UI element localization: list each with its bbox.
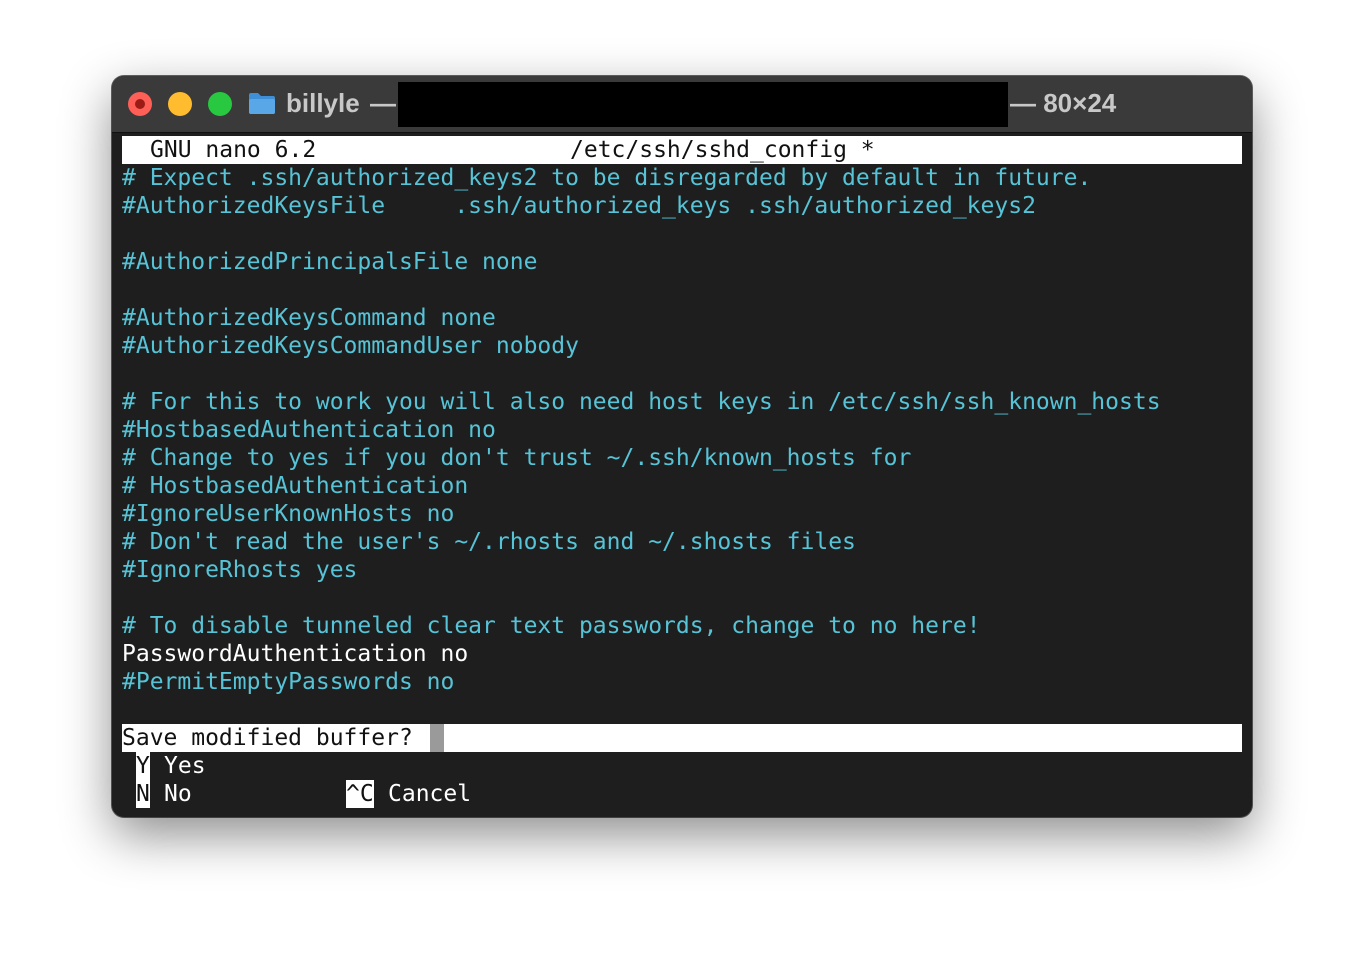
editor-line: #AuthorizedPrincipalsFile none [122,249,538,275]
no-shortcut-key[interactable]: N [136,780,150,808]
editor-line: #HostbasedAuthentication no [122,417,496,443]
window-title-size: — 80×24 [1010,88,1117,118]
title-bar[interactable]: billyle — — 80×24 [112,76,1252,133]
editor-line: #PermitEmptyPasswords no [122,669,455,695]
no-option-label[interactable]: No [164,780,192,808]
terminal-content[interactable]: GNU nano 6.2 /etc/ssh/sshd_config * # Ex… [122,136,1242,808]
nano-version: GNU nano 6.2 [150,137,317,163]
yes-shortcut-key[interactable]: Y [136,752,150,780]
nano-header-bar: GNU nano 6.2 /etc/ssh/sshd_config * [122,136,1242,164]
editor-line: PasswordAuthentication no [122,641,469,667]
editor-line: #AuthorizedKeysCommandUser nobody [122,333,579,359]
editor-line: # Change to yes if you don't trust ~/.ss… [122,445,912,471]
nano-filename: /etc/ssh/sshd_config * [570,137,875,163]
editor-line: #IgnoreUserKnownHosts no [122,501,455,527]
editor-line: #AuthorizedKeysCommand none [122,305,496,331]
editor-line: # Expect .ssh/authorized_keys2 to be dis… [122,165,1092,191]
text-cursor [430,724,444,752]
folder-icon [249,93,275,114]
editor-line: # For this to work you will also need ho… [122,389,1161,415]
terminal-window: billyle — — 80×24 GNU nano 6.2 /etc/ssh/… [112,76,1252,817]
zoom-button[interactable] [208,92,232,116]
cancel-option-label[interactable]: Cancel [388,780,471,808]
window-title-user: billyle [286,88,360,118]
yes-option-label[interactable]: Yes [164,752,206,780]
editor-line: #AuthorizedKeysFile .ssh/authorized_keys… [122,193,1036,219]
editor-line: # HostbasedAuthentication [122,473,469,499]
editor-line: # To disable tunneled clear text passwor… [122,613,981,639]
close-icon [135,99,145,109]
save-prompt-bar[interactable]: Save modified buffer? [122,724,1242,752]
window-title-separator: — [370,88,396,118]
save-prompt-question: Save modified buffer? [122,725,413,751]
cancel-shortcut-key[interactable]: ^C [346,780,374,808]
minimize-button[interactable] [168,92,192,116]
close-button[interactable] [128,92,152,116]
editor-line: # Don't read the user's ~/.rhosts and ~/… [122,529,856,555]
editor-line: #IgnoreRhosts yes [122,557,358,583]
redacted-title-region [398,82,1008,127]
